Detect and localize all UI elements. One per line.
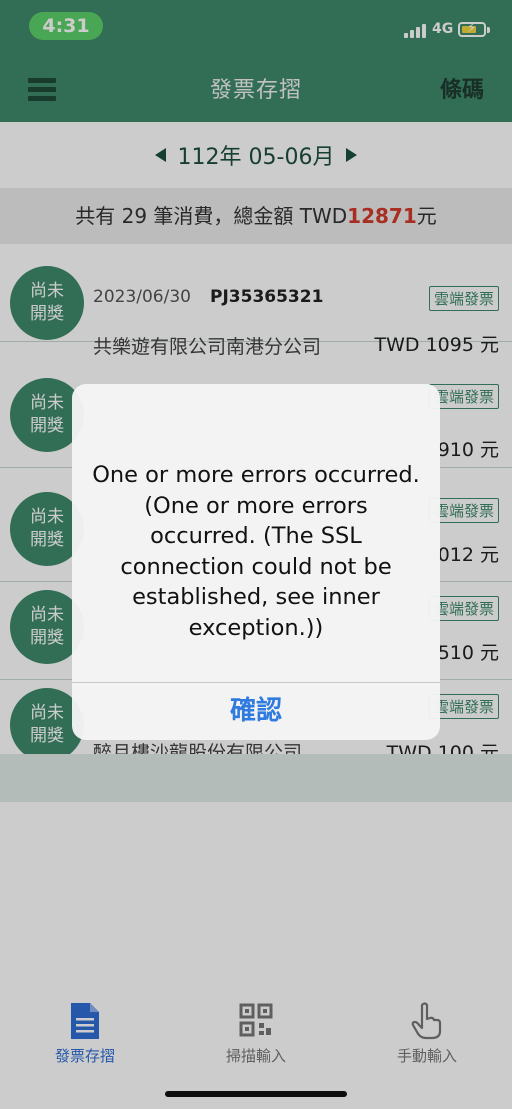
error-alert-dialog: One or more errors occurred. (One or mor… <box>72 384 440 740</box>
confirm-button[interactable]: 確認 <box>72 683 440 740</box>
alert-message: One or more errors occurred. (One or mor… <box>92 462 420 641</box>
